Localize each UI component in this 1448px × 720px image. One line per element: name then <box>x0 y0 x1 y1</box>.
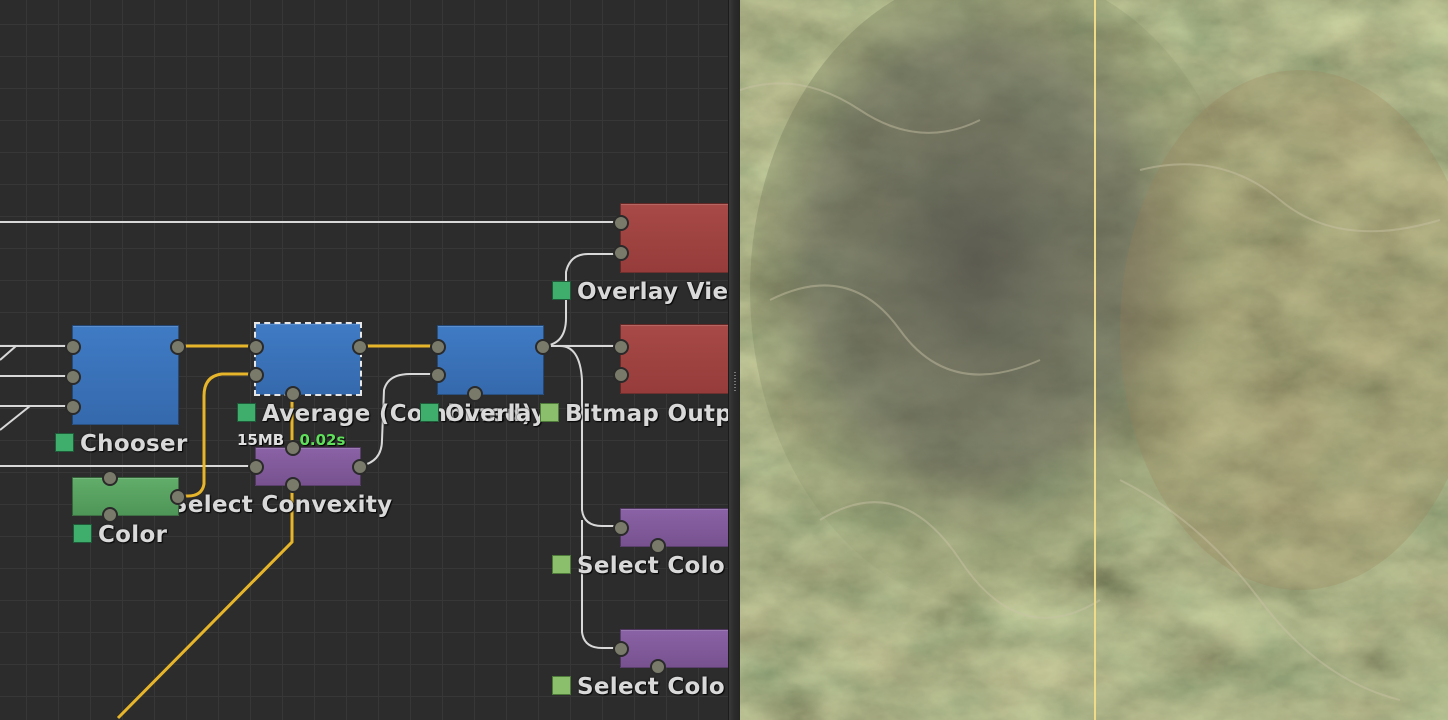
input-port[interactable] <box>65 369 81 385</box>
status-indicator <box>237 403 256 422</box>
overlay-node[interactable] <box>430 325 551 402</box>
output-port[interactable] <box>352 339 368 355</box>
bottom-port[interactable] <box>285 477 301 493</box>
status-indicator <box>73 524 92 543</box>
status-indicator <box>420 403 439 422</box>
input-port[interactable] <box>613 339 629 355</box>
input-port[interactable] <box>613 641 629 657</box>
input-port[interactable] <box>430 367 446 383</box>
color-label: Color <box>73 522 167 548</box>
input-port[interactable] <box>613 367 629 383</box>
input-port[interactable] <box>248 367 264 383</box>
status-indicator <box>552 281 571 300</box>
compare-split-line[interactable] <box>1094 0 1096 720</box>
bottom-port[interactable] <box>650 538 666 554</box>
status-indicator <box>540 403 559 422</box>
input-port[interactable] <box>65 339 81 355</box>
bottom-port[interactable] <box>467 386 483 402</box>
status-indicator <box>552 676 571 695</box>
node-title: Select Convexity <box>171 492 393 518</box>
node-graph-canvas[interactable]: Chooser Average (Combined) 15MB 0.02s Ov… <box>0 0 728 720</box>
input-port[interactable] <box>248 459 264 475</box>
output-port[interactable] <box>352 459 368 475</box>
output-port[interactable] <box>170 339 186 355</box>
overlay-view-node[interactable] <box>613 203 728 273</box>
input-port[interactable] <box>248 339 264 355</box>
select-color-node-1[interactable] <box>613 508 728 554</box>
output-port[interactable] <box>535 339 551 355</box>
node-title: Overlay <box>445 401 547 427</box>
top-port[interactable] <box>102 470 118 486</box>
splitter-grip-icon[interactable] <box>734 372 736 392</box>
bottom-port[interactable] <box>650 659 666 675</box>
input-port[interactable] <box>613 215 629 231</box>
bitmap-output-node[interactable] <box>613 324 728 394</box>
input-port[interactable] <box>65 399 81 415</box>
overlay-view-label: Overlay Vie <box>552 279 728 305</box>
bottom-port[interactable] <box>102 507 118 523</box>
node-title: Select Colo <box>577 674 725 700</box>
output-port[interactable] <box>170 489 186 505</box>
input-port[interactable] <box>613 245 629 261</box>
node-title: Bitmap Outp <box>565 401 728 427</box>
select-color-node-2[interactable] <box>613 629 728 675</box>
node-title: Chooser <box>80 431 188 457</box>
terrain-preview-viewport[interactable] <box>740 0 1448 720</box>
chooser-label: Chooser <box>55 431 188 457</box>
status-indicator <box>552 555 571 574</box>
node-title: Select Colo <box>577 553 725 579</box>
top-port[interactable] <box>285 440 301 456</box>
node-title: Color <box>98 522 168 548</box>
chooser-node[interactable] <box>65 325 186 425</box>
bitmap-output-label: Bitmap Outp <box>540 401 728 427</box>
select-convexity-node[interactable] <box>248 440 368 493</box>
average-node[interactable] <box>248 322 368 402</box>
select-color-label-1: Select Colo <box>552 553 725 579</box>
bottom-port[interactable] <box>285 386 301 402</box>
input-port[interactable] <box>613 520 629 536</box>
color-node[interactable] <box>72 470 186 523</box>
input-port[interactable] <box>430 339 446 355</box>
select-color-label-2: Select Colo <box>552 674 725 700</box>
overlay-label: Overlay <box>420 401 546 427</box>
node-title: Overlay Vie <box>577 279 728 305</box>
status-indicator <box>55 433 74 452</box>
